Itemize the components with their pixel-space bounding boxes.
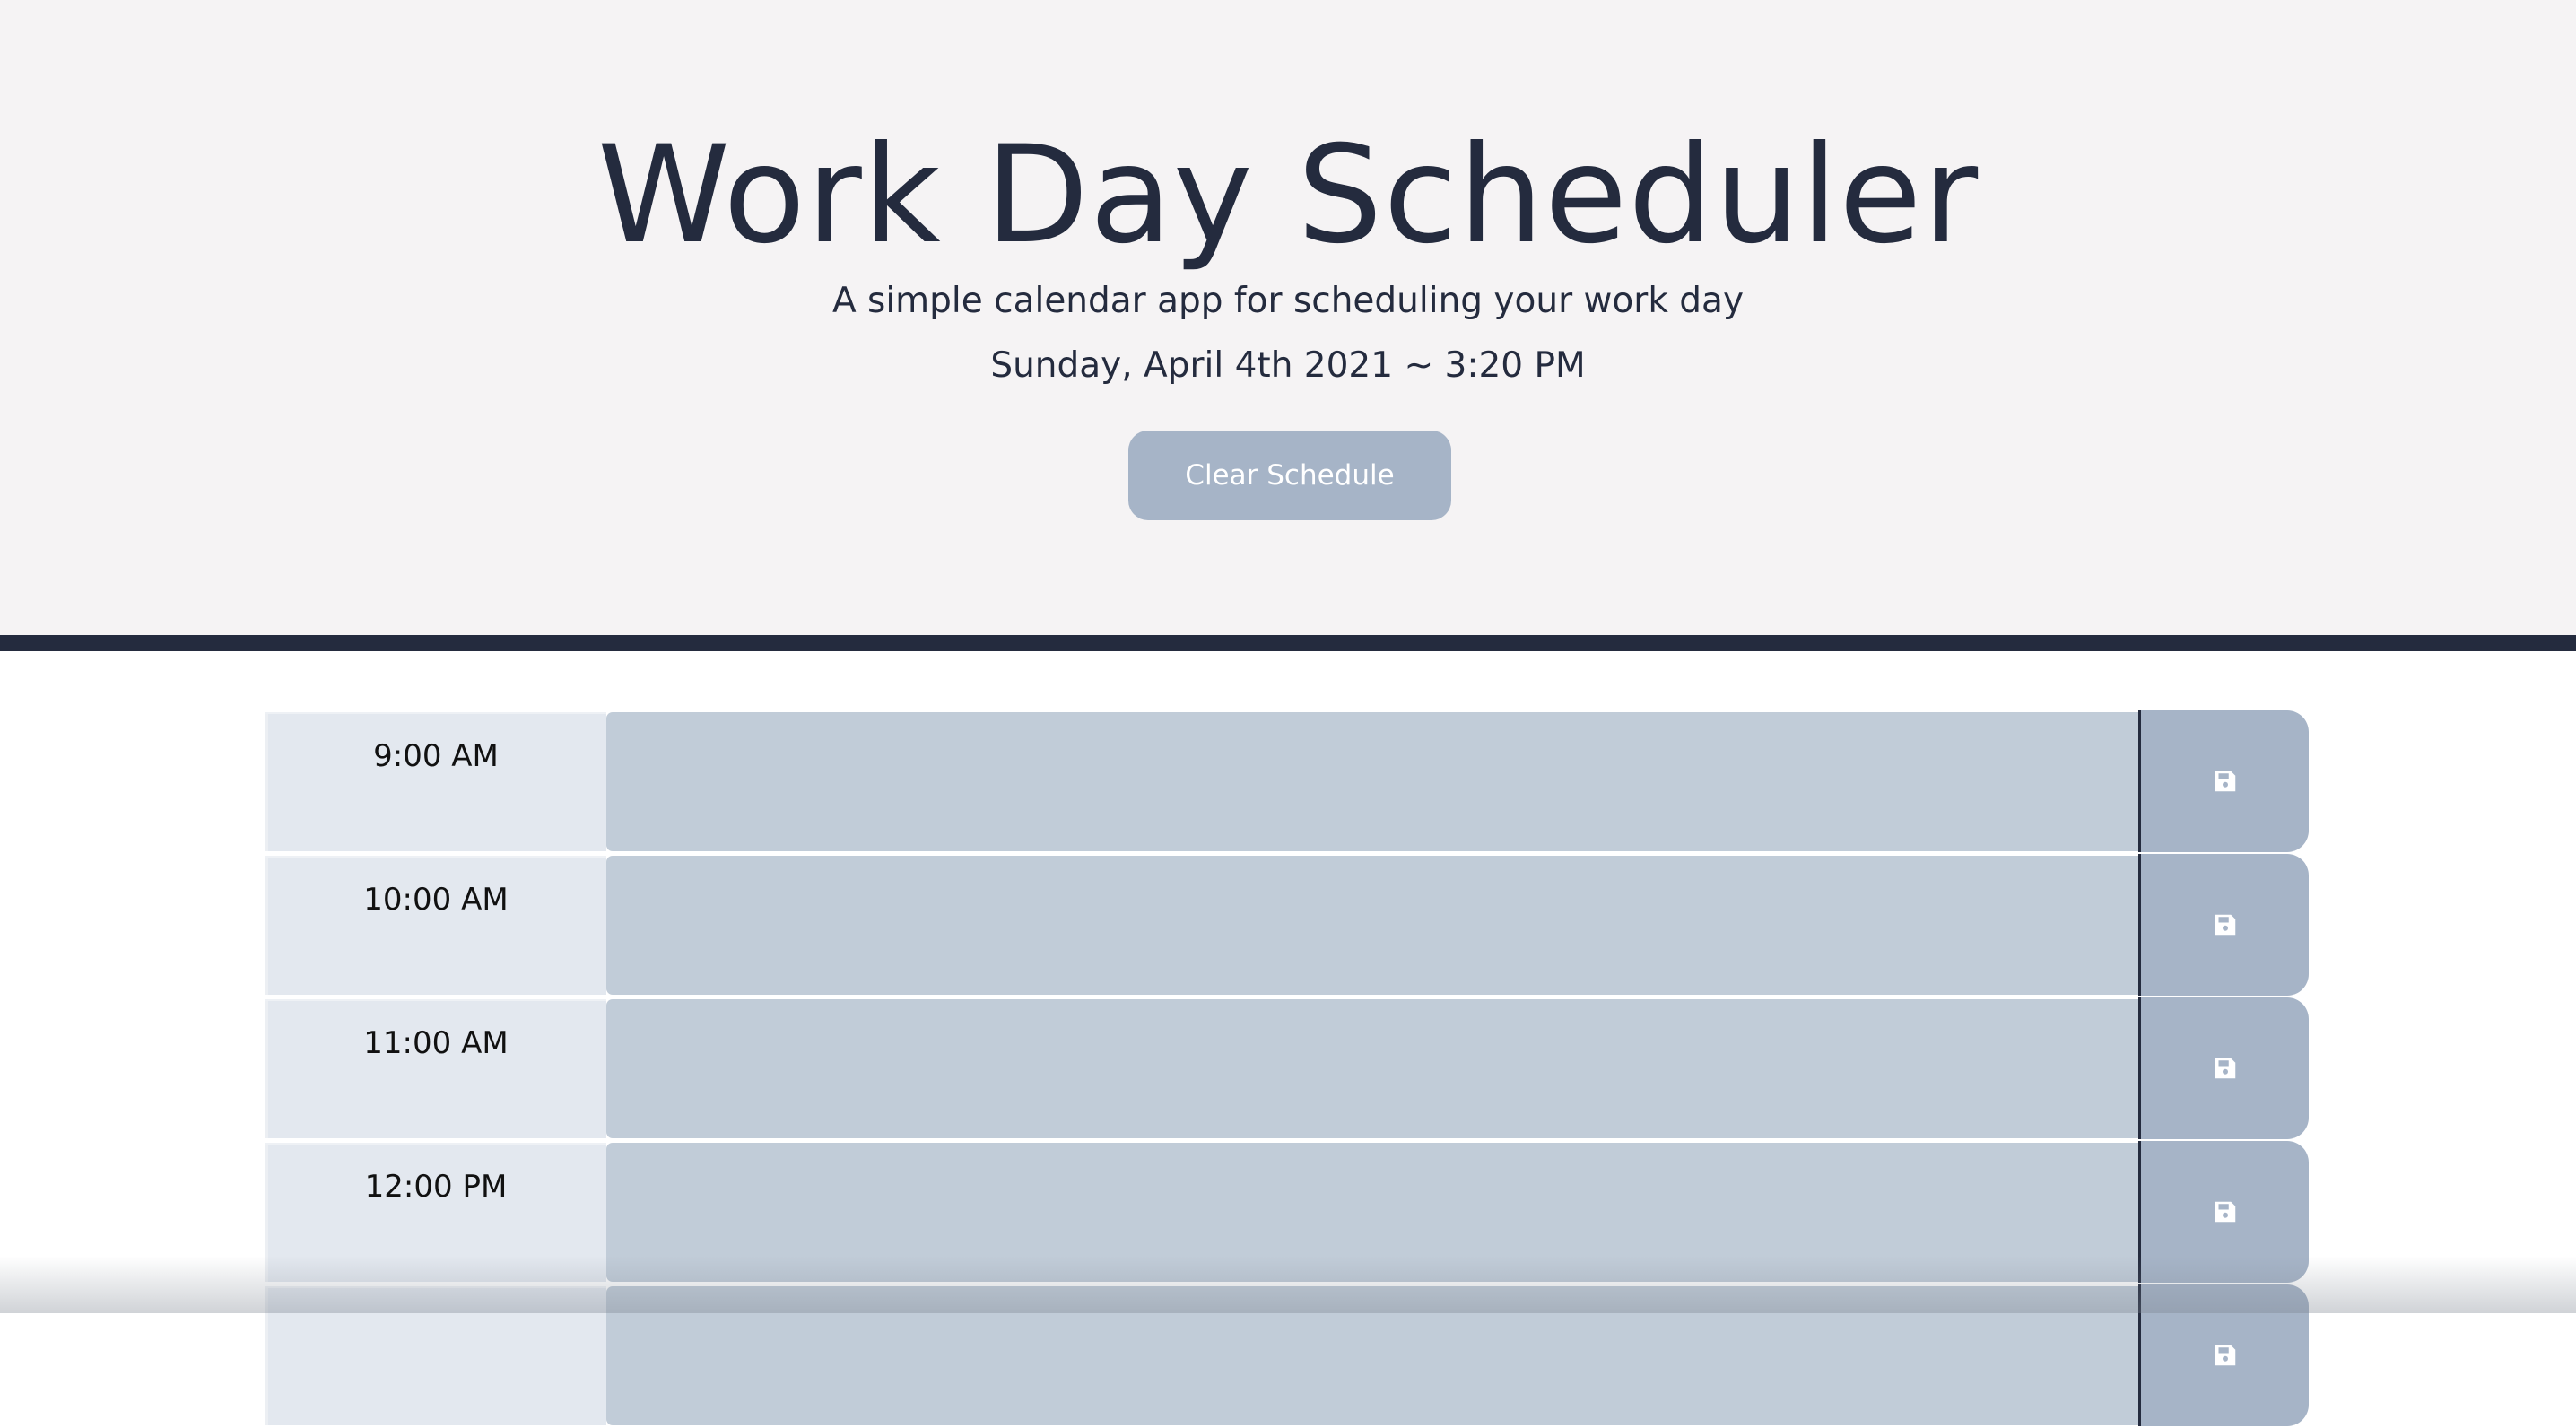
current-datetime: Sunday, April 4th 2021 ~ 3:20 PM (990, 345, 1586, 386)
save-button[interactable] (2138, 1284, 2309, 1426)
task-input[interactable] (606, 1143, 2138, 1282)
save-icon (2215, 1058, 2235, 1079)
save-icon (2215, 914, 2235, 936)
save-icon (2215, 1345, 2235, 1366)
hour-label: 9:00 AM (265, 712, 606, 851)
hour-label: 12:00 PM (265, 1143, 606, 1282)
time-block-row: 9:00 AM (265, 710, 2314, 854)
task-input[interactable] (606, 1286, 2138, 1425)
time-block-row: 10:00 AM (265, 854, 2314, 997)
time-block-row (265, 1284, 2314, 1428)
hour-label: 11:00 AM (265, 999, 606, 1138)
clear-schedule-button[interactable]: Clear Schedule (1128, 431, 1451, 520)
page-title: Work Day Scheduler (596, 118, 1980, 274)
save-icon (2215, 771, 2235, 792)
task-input[interactable] (606, 712, 2138, 851)
hour-label (265, 1286, 606, 1425)
schedule-container: 9:00 AM 10:00 AM 11:00 AM 12:00 PM (265, 710, 2314, 1428)
save-button[interactable] (2138, 1141, 2309, 1283)
hour-label: 10:00 AM (265, 856, 606, 995)
save-icon (2215, 1201, 2235, 1223)
time-block-row: 12:00 PM (265, 1141, 2314, 1284)
time-block-row: 11:00 AM (265, 997, 2314, 1141)
task-input[interactable] (606, 856, 2138, 995)
save-button[interactable] (2138, 854, 2309, 996)
task-input[interactable] (606, 999, 2138, 1138)
page-subtitle: A simple calendar app for scheduling you… (831, 281, 1745, 321)
save-button[interactable] (2138, 997, 2309, 1139)
save-button[interactable] (2138, 710, 2309, 852)
header: Work Day Scheduler A simple calendar app… (0, 0, 2576, 651)
